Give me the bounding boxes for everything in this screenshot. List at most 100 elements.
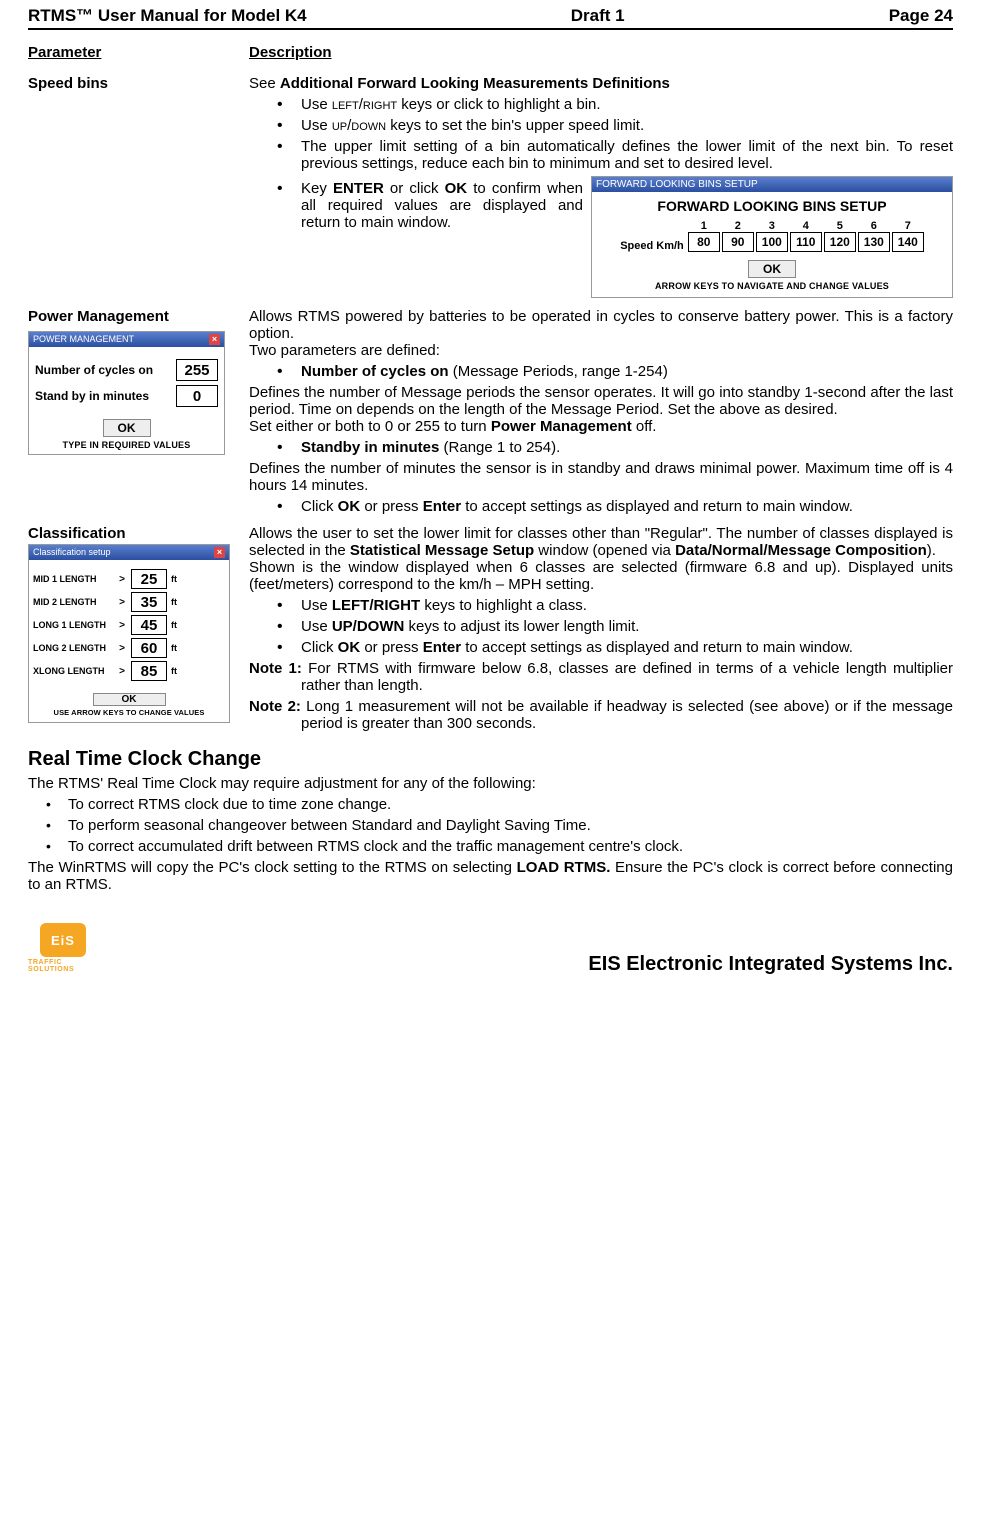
bins-ok-button[interactable]: OK: [748, 260, 796, 278]
pm-standby-input[interactable]: 0: [176, 385, 218, 407]
text: (Range 1 to 254).: [439, 439, 560, 456]
pm-bullet-3: Click OK or press Enter to accept settin…: [277, 498, 953, 515]
text: to accept settings as displayed and retu…: [461, 498, 853, 515]
bins-figure-heading: FORWARD LOOKING BINS SETUP: [598, 198, 946, 214]
text: Use: [301, 597, 332, 614]
pm-row1-label: Number of cycles on: [35, 363, 153, 377]
keys-text: left/right: [332, 96, 397, 113]
text: keys or click to highlight a bin.: [397, 96, 600, 113]
gt-icon: >: [117, 643, 127, 654]
cls-input-5[interactable]: 85: [131, 661, 167, 681]
text-bold: Statistical Message Setup: [350, 542, 534, 559]
pm-bullet-1: Number of cycles on (Message Periods, ra…: [277, 363, 953, 380]
bins-val-1[interactable]: 80: [688, 232, 720, 252]
classification-figure: Classification setup × MID 1 LENGTH > 25…: [28, 544, 230, 723]
note-label: Note 1:: [249, 660, 302, 677]
cls-input-2[interactable]: 35: [131, 592, 167, 612]
pm-cycles-input[interactable]: 255: [176, 359, 218, 381]
cls-row-3: LONG 1 LENGTH > 45 ft: [33, 615, 225, 635]
cls-row-2: MID 2 LENGTH > 35 ft: [33, 592, 225, 612]
speed-see-line: See Additional Forward Looking Measureme…: [249, 75, 953, 92]
cls-label: XLONG LENGTH: [33, 666, 113, 676]
speed-bullet-1: Use left/right keys or click to highligh…: [277, 96, 953, 113]
text-bold: Data/Normal/Message Composition: [675, 542, 927, 559]
gt-icon: >: [117, 574, 127, 585]
text: keys to set the bin's upper speed limit.: [386, 117, 644, 134]
cls-bullet-2: Use UP/DOWN keys to adjust its lower len…: [277, 618, 953, 635]
text: or press: [360, 498, 423, 515]
param-speed-bins: Speed bins: [28, 75, 249, 92]
bins-col-7: 7: [892, 220, 924, 232]
cls-titlebar-text: Classification setup: [33, 547, 111, 558]
cls-row-4: LONG 2 LENGTH > 60 ft: [33, 638, 225, 658]
cls-row-1: MID 1 LENGTH > 25 ft: [33, 569, 225, 589]
note-text: For RTMS with firmware below 6.8, classe…: [301, 660, 953, 694]
rtc-bullet-3: To correct accumulated drift between RTM…: [46, 838, 953, 855]
cls-ok-button[interactable]: OK: [93, 693, 166, 706]
bins-figure-titlebar: FORWARD LOOKING BINS SETUP: [592, 177, 952, 192]
cls-bullet-3: Click OK or press Enter to accept settin…: [277, 639, 953, 656]
unit-label: ft: [171, 574, 185, 584]
bins-val-3[interactable]: 100: [756, 232, 788, 252]
cls-input-4[interactable]: 60: [131, 638, 167, 658]
text: Use: [301, 117, 332, 134]
text-bold: Enter: [423, 498, 461, 515]
param-power-management: Power Management: [28, 308, 243, 325]
speed-bullet-4: Key ENTER or click OK to confirm when al…: [277, 180, 583, 231]
unit-label: ft: [171, 620, 185, 630]
text-bold: OK: [338, 498, 361, 515]
bins-col-5: 5: [824, 220, 856, 232]
rtc-intro: The RTMS' Real Time Clock may require ad…: [28, 775, 953, 792]
pm-hint: TYPE IN REQUIRED VALUES: [35, 440, 218, 450]
bins-val-2[interactable]: 90: [722, 232, 754, 252]
pm-ok-button[interactable]: OK: [103, 419, 151, 437]
eis-logo: EiS TRAFFIC SOLUTIONS: [28, 920, 98, 976]
text: Set either or both to 0 or 255 to turn: [249, 418, 491, 435]
bins-setup-figure: FORWARD LOOKING BINS SETUP FORWARD LOOKI…: [591, 176, 953, 298]
text-bold: Enter: [423, 639, 461, 656]
gt-icon: >: [117, 597, 127, 608]
pm-figure-titlebar: POWER MANAGEMENT ×: [29, 332, 224, 347]
rtc-outro: The WinRTMS will copy the PC's clock set…: [28, 859, 953, 893]
unit-label: ft: [171, 597, 185, 607]
note-label: Note 2:: [249, 698, 301, 715]
bins-col-4: 4: [790, 220, 822, 232]
gt-icon: >: [117, 620, 127, 631]
text: window (opened via: [534, 542, 675, 559]
cls-input-1[interactable]: 25: [131, 569, 167, 589]
text: The WinRTMS will copy the PC's clock set…: [28, 859, 517, 876]
text: Key: [301, 180, 333, 197]
text: Click: [301, 498, 338, 515]
power-management-figure: POWER MANAGEMENT × Number of cycles on 2…: [28, 331, 225, 455]
text: ).: [927, 542, 936, 559]
text-bold: ENTER: [333, 180, 384, 197]
gt-icon: >: [117, 666, 127, 677]
rtc-bullet-2: To perform seasonal changeover between S…: [46, 817, 953, 834]
unit-label: ft: [171, 666, 185, 676]
speed-bullet-2: Use up/down keys to set the bin's upper …: [277, 117, 953, 134]
pm-p5: Defines the number of minutes the sensor…: [249, 460, 953, 494]
bins-col-6: 6: [858, 220, 890, 232]
text-bold: OK: [338, 639, 361, 656]
cls-note-1: Note 1: For RTMS with firmware below 6.8…: [249, 660, 953, 694]
pm-p1: Allows RTMS powered by batteries to be o…: [249, 308, 953, 342]
bins-col-1: 1: [688, 220, 720, 232]
close-icon[interactable]: ×: [209, 334, 220, 345]
text-bold: LEFT/RIGHT: [332, 597, 420, 614]
eis-logo-sub: TRAFFIC SOLUTIONS: [28, 959, 98, 973]
cls-label: MID 2 LENGTH: [33, 597, 113, 607]
bins-val-6[interactable]: 130: [858, 232, 890, 252]
bins-col-2: 2: [722, 220, 754, 232]
text: off.: [632, 418, 657, 435]
text-bold: Power Management: [491, 418, 632, 435]
rtc-heading: Real Time Clock Change: [28, 748, 953, 771]
param-classification: Classification: [28, 525, 243, 542]
bins-val-7[interactable]: 140: [892, 232, 924, 252]
bins-val-5[interactable]: 120: [824, 232, 856, 252]
cls-input-3[interactable]: 45: [131, 615, 167, 635]
bins-val-4[interactable]: 110: [790, 232, 822, 252]
close-icon[interactable]: ×: [214, 547, 225, 558]
text: Use: [301, 96, 332, 113]
text-bold: UP/DOWN: [332, 618, 405, 635]
cls-label: LONG 2 LENGTH: [33, 643, 113, 653]
